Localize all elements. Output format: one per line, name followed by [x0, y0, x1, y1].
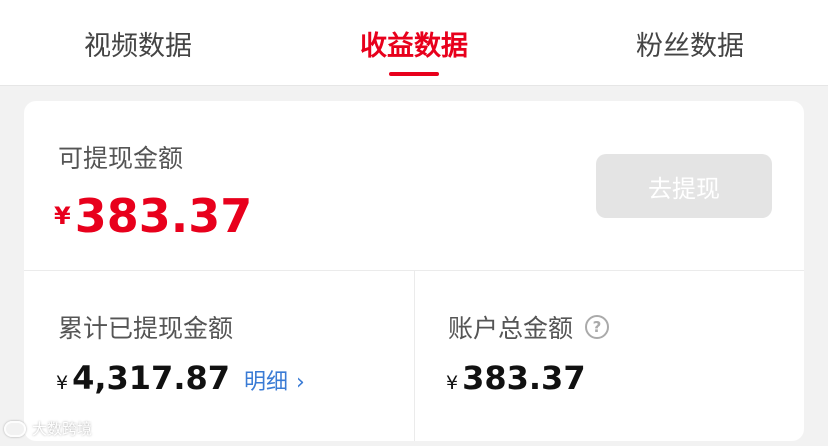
active-tab-indicator: [389, 72, 439, 76]
account-total-amount-value: 383.37: [462, 359, 586, 397]
detail-link-label: 明细: [244, 370, 289, 395]
watermark-logo-icon: [4, 420, 26, 437]
currency-symbol: ¥: [56, 372, 69, 394]
watermark: 大数跨境: [4, 418, 92, 439]
total-withdrawn-amount: ¥4,317.87 明细 ›: [56, 359, 305, 397]
account-total-amount: ¥383.37: [446, 359, 586, 397]
currency-symbol: ¥: [54, 202, 71, 230]
earnings-card: 可提现金额 ¥383.37 去提现 累计已提现金额 ¥4,317.87 明细 ›…: [24, 101, 804, 441]
tab-bar: 视频数据 收益数据 粉丝数据: [0, 0, 828, 86]
tab-fans-data[interactable]: 粉丝数据: [552, 0, 828, 86]
detail-link[interactable]: 明细 ›: [244, 364, 305, 396]
total-withdrawn-label-text: 累计已提现金额: [58, 314, 234, 343]
chevron-right-icon: ›: [296, 370, 305, 395]
total-withdrawn-amount-value: 4,317.87: [72, 359, 230, 397]
withdraw-button[interactable]: 去提现: [596, 154, 772, 218]
account-total-label: 账户总金额 ?: [448, 309, 610, 345]
withdrawable-amount: ¥383.37: [54, 189, 252, 243]
currency-symbol: ¥: [446, 372, 459, 394]
question-circle-icon[interactable]: ?: [585, 315, 610, 339]
withdrawable-label: 可提现金额: [58, 144, 184, 173]
withdrawable-amount-value: 383.37: [74, 189, 253, 243]
account-total-label-text: 账户总金额: [448, 314, 574, 343]
watermark-text: 大数跨境: [32, 420, 93, 438]
vertical-divider: [414, 270, 415, 441]
total-withdrawn-label: 累计已提现金额: [58, 309, 233, 345]
tab-video-data[interactable]: 视频数据: [0, 0, 276, 86]
